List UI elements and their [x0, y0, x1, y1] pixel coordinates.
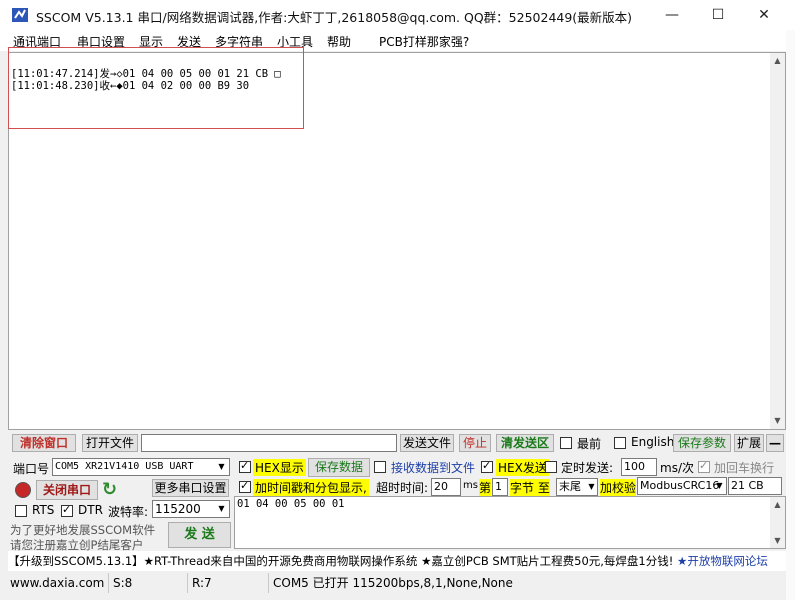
timestamp-checkbox[interactable]	[239, 479, 251, 493]
status-sent-count: S:8	[108, 573, 132, 593]
hex-display-label: HEX显示	[253, 459, 306, 476]
recv-to-file-checkbox[interactable]	[374, 461, 386, 473]
timestamp-label: 加时间戳和分包显示,	[253, 479, 369, 496]
byte-start-input[interactable]: 1	[492, 478, 508, 496]
timed-send-checkbox[interactable]	[545, 461, 557, 473]
topmost-label: 最前	[577, 437, 602, 451]
timeout-label: 超时时间:	[376, 481, 429, 495]
save-params-button[interactable]: 保存参数	[673, 434, 731, 452]
open-file-button[interactable]: 打开文件	[82, 434, 138, 452]
receive-line: [11:01:48.230]收←◆01 04 02 00 00 B9 30	[11, 80, 250, 92]
scroll-up-icon[interactable]: ▲	[770, 498, 785, 512]
interval-input[interactable]: 100	[621, 458, 657, 476]
window-title: SSCOM V5.13.1 串口/网络数据调试器,作者:大虾丁丁,2618058…	[36, 10, 633, 25]
dtr-label: DTR	[78, 503, 103, 517]
interval-unit-label: ms/次	[660, 461, 694, 475]
english-checkbox[interactable]	[614, 437, 626, 449]
rts-label: RTS	[32, 503, 55, 517]
chevron-down-icon[interactable]: ▼	[214, 459, 229, 475]
file-path-input[interactable]	[141, 434, 397, 452]
english-label: English	[631, 435, 675, 449]
byte-prefix-label: 第	[479, 479, 492, 496]
hex-send-label: HEX发送	[496, 459, 549, 476]
collapse-button[interactable]: —	[766, 434, 784, 452]
port-label: 端口号	[13, 462, 50, 476]
menu-pcb-ad[interactable]: PCB打样那家强?	[379, 33, 469, 50]
minimize-button[interactable]: —	[649, 0, 695, 30]
refresh-icon[interactable]: ↻	[102, 479, 122, 501]
port-select[interactable]: COM5 XR21V1410 USB UART	[52, 458, 230, 476]
timeout-unit-label: ms	[463, 480, 478, 491]
baud-label: 波特率:	[108, 505, 149, 519]
chevron-down-icon[interactable]: ▼	[214, 501, 229, 517]
timeout-input[interactable]: 20	[431, 478, 461, 496]
add-crlf-label: 加回车换行	[714, 461, 775, 475]
port-status-icon	[15, 482, 31, 498]
hex-display-checkbox[interactable]	[239, 459, 251, 473]
send-text: 01 04 00 05 00 01	[237, 498, 345, 510]
ticker-text: 【升级到SSCOM5.13.1】★RT-Thread来自中国的开源免费商用物联网…	[8, 554, 678, 568]
recv-to-file-label: 接收数据到文件	[391, 461, 476, 475]
maximize-button[interactable]: ☐	[695, 0, 741, 30]
scroll-down-icon[interactable]: ▼	[770, 414, 785, 428]
expand-button[interactable]: 扩展	[734, 434, 764, 452]
chevron-down-icon[interactable]: ▼	[712, 478, 727, 494]
send-button[interactable]: 发 送	[168, 522, 231, 548]
chevron-down-icon[interactable]: ▼	[584, 479, 599, 495]
timed-send-label: 定时发送:	[561, 461, 614, 475]
window-edge	[786, 30, 795, 600]
scroll-down-icon[interactable]: ▼	[770, 534, 785, 548]
close-button[interactable]: ✕	[741, 0, 787, 30]
save-data-button[interactable]: 保存数据	[308, 458, 370, 477]
app-icon	[12, 8, 28, 22]
rts-checkbox[interactable]	[15, 505, 27, 517]
send-file-button[interactable]: 发送文件	[400, 434, 454, 452]
ticker-link[interactable]: ★开放物联网论坛	[677, 554, 768, 568]
clear-window-button[interactable]: 清除窗口	[12, 434, 76, 452]
byte-to-label: 字节 至	[510, 479, 550, 496]
status-received-count: R:7	[187, 573, 212, 593]
stop-button[interactable]: 停止	[459, 434, 491, 452]
clear-send-button[interactable]: 清发送区	[496, 434, 554, 452]
hex-send-checkbox[interactable]	[481, 459, 493, 473]
checksum-value-field: 21 CB	[728, 477, 782, 495]
status-website[interactable]: www.daxia.com	[6, 573, 104, 593]
add-crlf-checkbox[interactable]	[698, 459, 710, 473]
checksum-label: 加校验	[600, 479, 637, 496]
scroll-up-icon[interactable]: ▲	[770, 54, 785, 68]
close-port-button[interactable]: 关闭串口	[36, 480, 98, 500]
menu-help[interactable]: 帮助	[327, 33, 351, 50]
promo-line-1: 为了更好地发展SSCOM软件	[10, 523, 156, 537]
more-settings-button[interactable]: 更多串口设置	[152, 479, 229, 497]
topmost-checkbox[interactable]	[560, 437, 572, 449]
news-ticker: 【升级到SSCOM5.13.1】★RT-Thread来自中国的开源免费商用物联网…	[8, 551, 786, 571]
dtr-checkbox[interactable]	[61, 503, 73, 517]
receive-scrollbar[interactable]	[770, 53, 785, 429]
status-port-info: COM5 已打开 115200bps,8,1,None,None	[268, 573, 513, 593]
